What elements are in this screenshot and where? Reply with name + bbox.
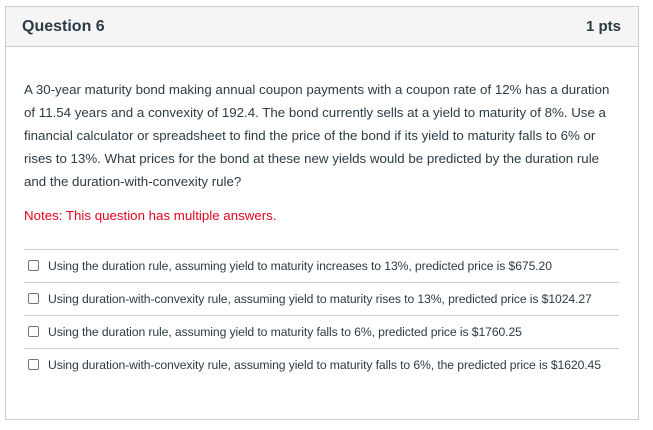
answer-checkbox[interactable] — [28, 359, 39, 370]
answer-option-4[interactable]: Using duration-with-convexity rule, assu… — [24, 349, 619, 381]
answer-option-1[interactable]: Using the duration rule, assuming yield … — [24, 250, 619, 283]
question-header: Question 6 1 pts — [6, 7, 638, 47]
answer-checkbox[interactable] — [28, 260, 39, 271]
answer-option-3[interactable]: Using the duration rule, assuming yield … — [24, 316, 619, 349]
answer-label[interactable]: Using the duration rule, assuming yield … — [48, 323, 522, 342]
question-points: 1 pts — [585, 18, 621, 35]
question-card: Question 6 1 pts A 30-year maturity bond… — [5, 6, 639, 420]
answer-option-2[interactable]: Using duration-with-convexity rule, assu… — [24, 283, 619, 316]
answer-label[interactable]: Using duration-with-convexity rule, assu… — [48, 356, 601, 375]
answer-checkbox[interactable] — [28, 326, 39, 337]
question-notes: Notes: This question has multiple answer… — [24, 208, 277, 223]
question-text: A 30-year maturity bond making annual co… — [24, 82, 610, 189]
answer-label[interactable]: Using duration-with-convexity rule, assu… — [48, 290, 592, 309]
answer-list: Using the duration rule, assuming yield … — [24, 249, 619, 381]
answer-label[interactable]: Using the duration rule, assuming yield … — [48, 257, 552, 276]
question-title: Question 6 — [22, 17, 105, 35]
question-body: A 30-year maturity bond making annual co… — [6, 47, 638, 381]
answer-checkbox[interactable] — [28, 293, 39, 304]
